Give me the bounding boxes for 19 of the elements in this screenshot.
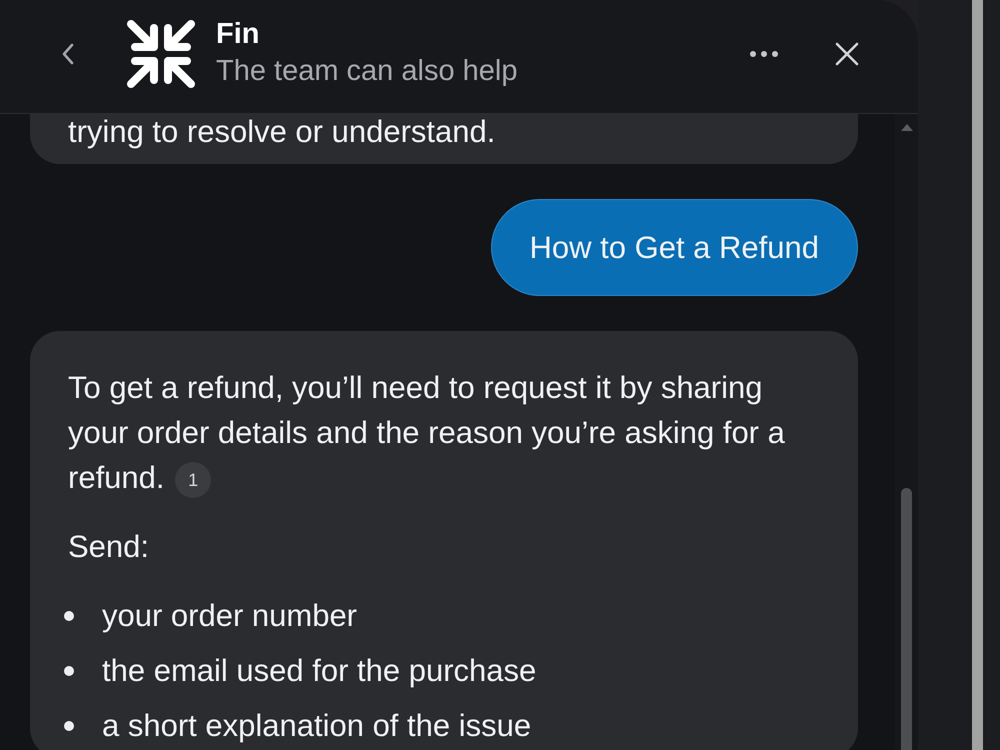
more-options-icon	[749, 50, 779, 58]
chevron-left-icon	[60, 42, 76, 66]
chat-title: Fin	[216, 19, 260, 49]
close-icon	[835, 42, 859, 66]
message-text: How to Get a Refund	[530, 229, 819, 267]
message-text: Send:	[68, 528, 150, 566]
bullet-icon	[64, 666, 74, 676]
chat-subtitle: The team can also help	[216, 54, 518, 88]
message-text: To get a refund, you’ll need to request it by sharing your order details and the reason you’re asking for a refund. 1	[68, 365, 828, 500]
message-text: trying to resolve or understand.	[68, 114, 496, 151]
scroll-up-icon	[900, 124, 912, 131]
list-item-text: a short explanation of the issue	[102, 707, 532, 745]
list-item-text: your order number	[102, 597, 358, 635]
bullet-icon	[64, 720, 74, 730]
bullet-icon	[64, 610, 74, 620]
scrollbar-thumb[interactable]	[901, 488, 912, 750]
citation-badge[interactable]: 1	[175, 462, 212, 498]
list-item-text: the email used for the purchase	[102, 652, 536, 690]
converging-arrows-icon	[126, 18, 196, 88]
